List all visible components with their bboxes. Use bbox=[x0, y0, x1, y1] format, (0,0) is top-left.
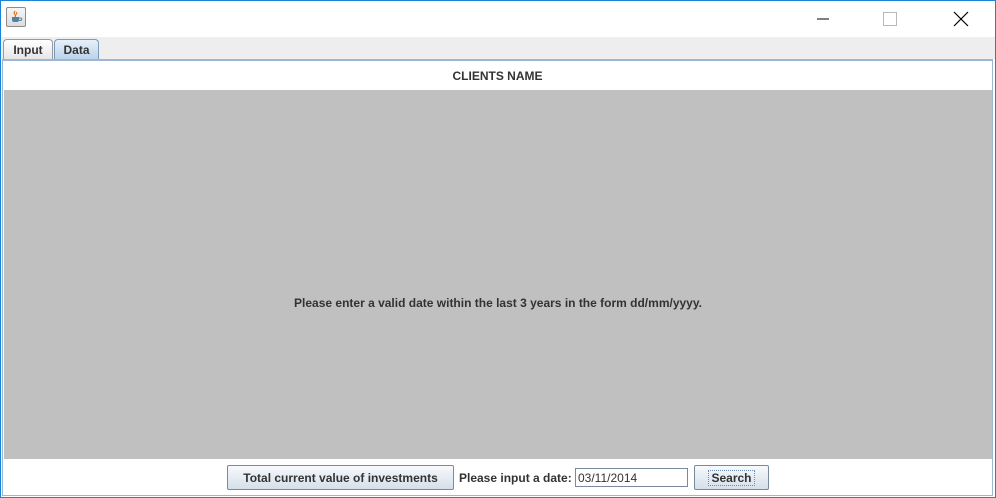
minimize-button[interactable] bbox=[800, 1, 846, 37]
app-window: Input Data CLIENTS NAME Please enter a v… bbox=[0, 0, 996, 498]
search-button-label: Search bbox=[708, 469, 755, 486]
tab-input[interactable]: Input bbox=[3, 39, 53, 59]
search-button[interactable]: Search bbox=[694, 465, 769, 490]
clients-name-header: CLIENTS NAME bbox=[452, 69, 543, 83]
date-input[interactable] bbox=[575, 468, 688, 487]
tab-data[interactable]: Data bbox=[54, 39, 99, 59]
data-panel: CLIENTS NAME Please enter a valid date w… bbox=[2, 59, 993, 496]
results-area: Please enter a valid date within the las… bbox=[4, 90, 992, 459]
total-value-button[interactable]: Total current value of investments bbox=[227, 465, 454, 490]
close-icon bbox=[953, 11, 969, 27]
maximize-button[interactable] bbox=[867, 1, 913, 37]
close-button[interactable] bbox=[938, 1, 984, 37]
bottom-toolbar: Total current value of investments Pleas… bbox=[3, 464, 992, 490]
title-bar[interactable] bbox=[1, 1, 995, 37]
maximize-icon bbox=[883, 12, 897, 26]
validation-message: Please enter a valid date within the las… bbox=[294, 296, 702, 310]
tab-strip: Input Data bbox=[1, 37, 995, 59]
date-label: Please input a date: bbox=[459, 471, 572, 485]
java-cup-icon[interactable] bbox=[6, 7, 26, 27]
minimize-icon bbox=[817, 18, 829, 20]
